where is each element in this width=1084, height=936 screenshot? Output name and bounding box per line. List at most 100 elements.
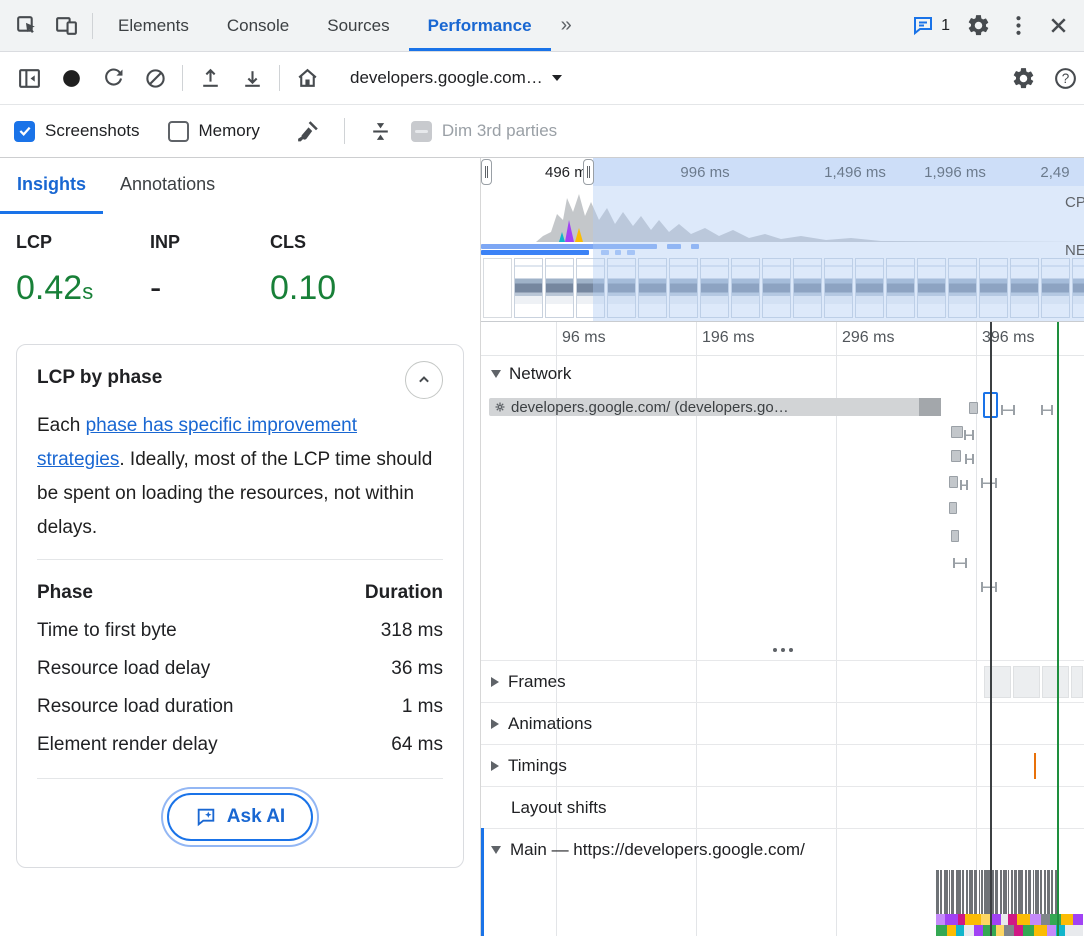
flame-segment[interactable] bbox=[964, 925, 974, 936]
main-flame-chart[interactable] bbox=[481, 870, 1084, 936]
collapse-card-button[interactable] bbox=[405, 361, 443, 399]
timing-marker[interactable] bbox=[1034, 753, 1036, 779]
help-button[interactable]: ? bbox=[1044, 58, 1084, 98]
checkmark-icon bbox=[17, 123, 33, 139]
flame-activity bbox=[940, 870, 942, 914]
capture-options-bar: Screenshots Memory Dim 3rd parties bbox=[0, 105, 1084, 158]
flame-segment[interactable] bbox=[945, 914, 958, 925]
network-request-whisker bbox=[953, 558, 967, 568]
network-request-bar[interactable] bbox=[949, 502, 957, 514]
tab-elements[interactable]: Elements bbox=[99, 0, 208, 51]
metric-cls[interactable]: CLS0.10 bbox=[270, 232, 336, 344]
download-icon bbox=[240, 66, 265, 91]
network-request-bar[interactable] bbox=[951, 450, 961, 462]
lcp-marker-line bbox=[1057, 322, 1059, 936]
flame-segment[interactable] bbox=[981, 914, 990, 925]
more-tabs-button[interactable]: » bbox=[551, 14, 582, 37]
flame-segment[interactable] bbox=[1041, 914, 1050, 925]
phase-row: Resource load delay36 ms bbox=[37, 650, 443, 688]
flame-segment[interactable] bbox=[1047, 925, 1056, 936]
tab-performance[interactable]: Performance bbox=[409, 0, 551, 51]
unselected-range-shade bbox=[593, 158, 1084, 321]
flame-activity bbox=[1000, 870, 1002, 914]
frame-thumbnail[interactable] bbox=[984, 666, 1011, 698]
track-timings[interactable]: Timings bbox=[481, 744, 1084, 786]
sidebar-tabs: InsightsAnnotations bbox=[0, 158, 480, 214]
metric-inp[interactable]: INP- bbox=[150, 232, 270, 344]
divider bbox=[279, 65, 280, 91]
flame-segment[interactable] bbox=[947, 925, 956, 936]
window-handle-right[interactable] bbox=[583, 159, 594, 185]
home-button[interactable] bbox=[286, 58, 328, 98]
flame-segment[interactable] bbox=[1001, 914, 1008, 925]
memory-checkbox[interactable] bbox=[168, 121, 189, 142]
record-and-reload-button[interactable] bbox=[92, 58, 134, 98]
performance-timeline[interactable]: 496 ms 996 ms1,496 ms1,996 ms2,49 CPU NE… bbox=[481, 158, 1084, 936]
sidebar-tab-annotations[interactable]: Annotations bbox=[103, 158, 232, 214]
flame-segment[interactable] bbox=[1061, 914, 1073, 925]
phase-duration: 36 ms bbox=[391, 658, 443, 680]
issues-button[interactable]: 1 bbox=[903, 14, 958, 38]
chat-bubble-icon bbox=[911, 14, 935, 38]
network-request-bar[interactable] bbox=[949, 476, 958, 488]
network-request-bar[interactable] bbox=[951, 426, 963, 438]
track-animations[interactable]: Animations bbox=[481, 702, 1084, 744]
flame-segment[interactable] bbox=[958, 914, 965, 925]
frame-thumbnail[interactable] bbox=[1042, 666, 1069, 698]
more-options-button[interactable] bbox=[998, 6, 1038, 46]
flame-segment[interactable] bbox=[936, 925, 947, 936]
toggle-sidebar-button[interactable] bbox=[8, 58, 50, 98]
network-request-bar[interactable] bbox=[951, 530, 959, 542]
inspect-element-button[interactable] bbox=[6, 6, 46, 46]
history-dropdown[interactable]: developers.google.com… bbox=[342, 64, 570, 92]
reload-icon bbox=[101, 66, 126, 91]
flame-segment[interactable] bbox=[1017, 914, 1030, 925]
ask-ai-button[interactable]: Ask AI bbox=[167, 793, 313, 841]
collect-garbage-button[interactable] bbox=[288, 111, 328, 151]
device-toolbar-button[interactable] bbox=[46, 6, 86, 46]
flame-segment[interactable] bbox=[990, 914, 1001, 925]
load-profile-button[interactable] bbox=[189, 58, 231, 98]
frame-thumbnail[interactable] bbox=[1071, 666, 1083, 698]
tab-console[interactable]: Console bbox=[208, 0, 308, 51]
screenshots-checkbox[interactable] bbox=[14, 121, 35, 142]
metric-value: - bbox=[150, 269, 270, 308]
flame-segment[interactable] bbox=[974, 925, 983, 936]
flame-segment[interactable] bbox=[936, 914, 945, 925]
close-devtools-button[interactable] bbox=[1038, 6, 1078, 46]
flame-segment[interactable] bbox=[1008, 914, 1017, 925]
clear-button[interactable] bbox=[134, 58, 176, 98]
flame-segment[interactable] bbox=[956, 925, 964, 936]
flame-segment[interactable] bbox=[996, 925, 1004, 936]
flame-segment[interactable] bbox=[1050, 914, 1061, 925]
flame-segment[interactable] bbox=[1034, 925, 1047, 936]
flame-segment[interactable] bbox=[1030, 914, 1041, 925]
settings-button[interactable] bbox=[958, 6, 998, 46]
flame-activity bbox=[962, 870, 964, 914]
tracks-resize-handle[interactable] bbox=[481, 642, 1084, 658]
track-frames[interactable]: Frames bbox=[481, 660, 1084, 702]
window-handle-left[interactable] bbox=[481, 159, 492, 185]
gear-icon bbox=[1011, 66, 1036, 91]
flame-segment[interactable] bbox=[1065, 925, 1083, 936]
phase-duration: 1 ms bbox=[402, 696, 443, 718]
metric-lcp[interactable]: LCP0.42s bbox=[16, 232, 150, 344]
tab-sources[interactable]: Sources bbox=[308, 0, 408, 51]
sidebar-tab-insights[interactable]: Insights bbox=[0, 158, 103, 214]
dim-third-parties-checkbox[interactable] bbox=[411, 121, 432, 142]
frame-thumbnail[interactable] bbox=[1013, 666, 1040, 698]
record-button[interactable] bbox=[50, 58, 92, 98]
compress-button[interactable] bbox=[361, 111, 401, 151]
track-layout[interactable]: Layout shifts bbox=[481, 786, 1084, 828]
flame-segment[interactable] bbox=[1023, 925, 1034, 936]
track-list: FramesAnimationsTimingsLayout shiftsMain… bbox=[481, 660, 1084, 870]
gear-icon bbox=[966, 13, 991, 38]
flame-segment[interactable] bbox=[965, 914, 981, 925]
save-profile-button[interactable] bbox=[231, 58, 273, 98]
track-main[interactable]: Main — https://developers.google.com/ bbox=[481, 828, 1084, 870]
flame-segment[interactable] bbox=[1014, 925, 1023, 936]
capture-settings-button[interactable] bbox=[1002, 58, 1044, 98]
flame-segment[interactable] bbox=[1073, 914, 1083, 925]
flame-segment[interactable] bbox=[1004, 925, 1014, 936]
network-request-bar[interactable] bbox=[969, 402, 978, 414]
